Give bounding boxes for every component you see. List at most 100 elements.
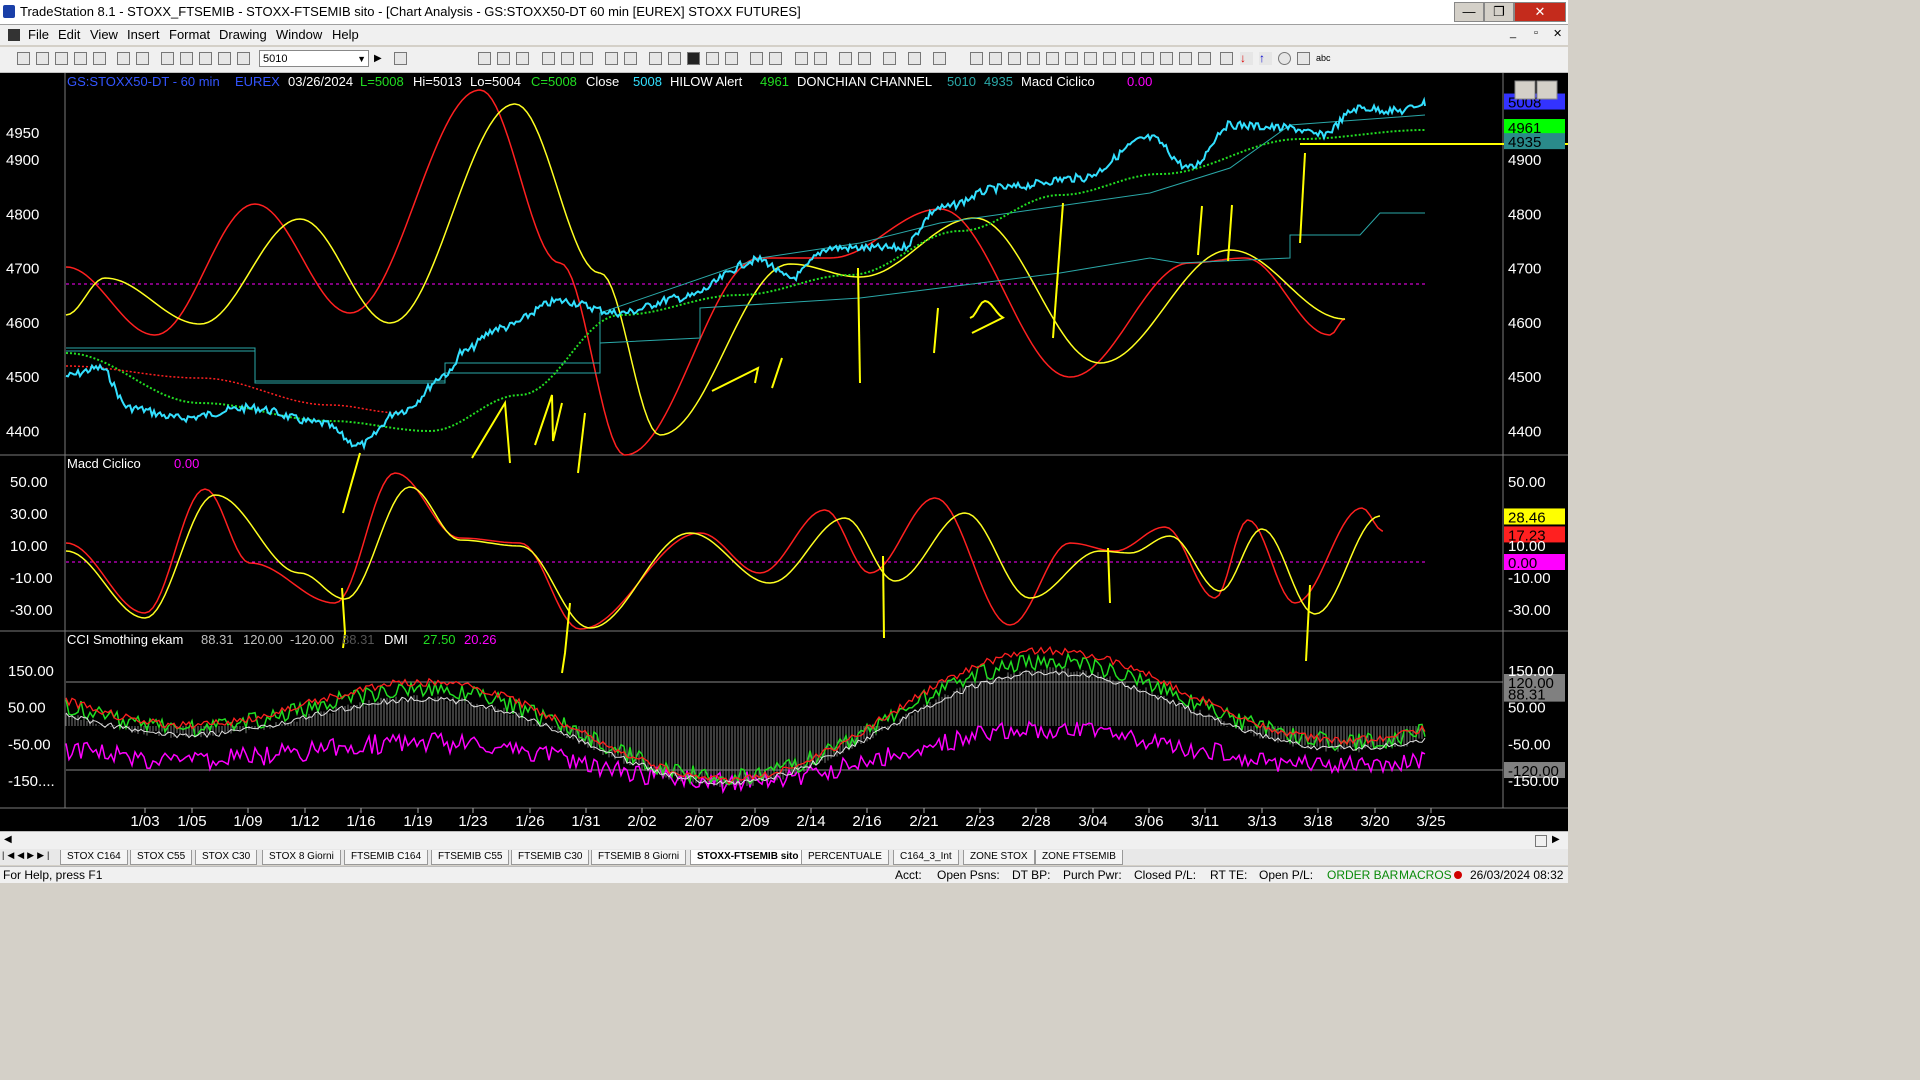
cursor-icon[interactable]: [858, 52, 871, 65]
chart-canvas[interactable]: 4950 4900 4800 4700 4600 4500 4400 4900 4800 4700…: [0, 73, 1568, 831]
vline-icon[interactable]: [989, 52, 1002, 65]
zoom-in-icon[interactable]: [795, 52, 808, 65]
status-order-bar[interactable]: ORDER BAR: [1327, 868, 1398, 882]
lock-icon[interactable]: [199, 52, 212, 65]
tab-zone-ftsemib[interactable]: ZONE FTSEMIB: [1035, 850, 1123, 865]
ray-icon[interactable]: [1065, 52, 1078, 65]
menu-window[interactable]: Window: [276, 27, 322, 42]
document-icon[interactable]: [8, 29, 20, 41]
menu-insert[interactable]: Insert: [127, 27, 160, 42]
speed-icon[interactable]: [1103, 52, 1116, 65]
toolbar: 5010 ▼ ▶ ↓ ↑ abc: [0, 47, 1568, 73]
macd-tag: 17.23: [1508, 527, 1546, 544]
menu-drawing[interactable]: Drawing: [219, 27, 267, 42]
tool9-icon[interactable]: [908, 52, 921, 65]
layout-icon[interactable]: [161, 52, 174, 65]
parallel-icon[interactable]: [1160, 52, 1173, 65]
macd-red-line: [65, 472, 1384, 630]
save-icon[interactable]: [55, 52, 68, 65]
subwindow-minimize[interactable]: [1514, 80, 1536, 100]
hand-drawn-annotation: [1197, 205, 1203, 256]
print-icon[interactable]: [117, 52, 130, 65]
maximize-button[interactable]: ❐: [1484, 2, 1514, 22]
tab-ftsemib-8-giorni[interactable]: FTSEMIB 8 Giorni: [591, 850, 687, 865]
scroll-left-arrow-icon[interactable]: ◀: [4, 834, 12, 845]
tool7-icon[interactable]: [668, 52, 681, 65]
channel-icon[interactable]: [1046, 52, 1059, 65]
bars-icon[interactable]: [725, 52, 738, 65]
zoom-out-icon[interactable]: [814, 52, 827, 65]
down-arrow-icon[interactable]: ↓: [1240, 52, 1253, 65]
mdi-restore-button[interactable]: ▫: [1534, 27, 1538, 39]
menu-help[interactable]: Help: [332, 27, 359, 42]
scroll-thumb[interactable]: [1535, 835, 1547, 847]
tab-ftsemib-c30[interactable]: FTSEMIB C30: [511, 850, 590, 865]
tab-stox-c30[interactable]: STOX C30: [195, 850, 258, 865]
mdi-close-button[interactable]: ✕: [1553, 27, 1562, 40]
x-axis-label: 3/06: [1134, 813, 1163, 830]
tab-percentuale[interactable]: PERCENTUALE: [801, 850, 889, 865]
scroll-left-icon[interactable]: [750, 52, 763, 65]
folder-icon[interactable]: [93, 52, 106, 65]
tool4-icon[interactable]: [605, 52, 618, 65]
scroll-right-arrow-icon[interactable]: ▶: [1552, 834, 1560, 845]
chart-icon[interactable]: [218, 52, 231, 65]
subwindow-restore[interactable]: [1536, 80, 1558, 100]
angle-icon[interactable]: [1122, 52, 1135, 65]
mdi-minimize-button[interactable]: _: [1510, 27, 1516, 39]
tab-nav-icon[interactable]: |◀◀▶▶|: [2, 850, 52, 861]
arrow-both-icon[interactable]: [1141, 52, 1154, 65]
menu-edit[interactable]: Edit: [58, 27, 80, 42]
tab-c164-3-int[interactable]: C164_3_Int: [893, 850, 959, 865]
fib-icon[interactable]: [1027, 52, 1040, 65]
trendline-icon[interactable]: [970, 52, 983, 65]
tool2-icon[interactable]: [561, 52, 574, 65]
zoom-symbol-icon[interactable]: [394, 52, 407, 65]
tab-stox-c164[interactable]: STOX C164: [60, 850, 128, 865]
curve-icon[interactable]: [1220, 52, 1233, 65]
tool6-icon[interactable]: [649, 52, 662, 65]
rectangle-icon[interactable]: [1297, 52, 1310, 65]
grid3-icon[interactable]: [516, 52, 529, 65]
menu-view[interactable]: View: [90, 27, 118, 42]
globe-icon[interactable]: [237, 52, 250, 65]
minimize-button[interactable]: —: [1454, 2, 1484, 22]
horizontal-scrollbar[interactable]: ◀ ▶: [0, 831, 1568, 850]
copy-icon[interactable]: [74, 52, 87, 65]
close-button[interactable]: ✕: [1514, 2, 1566, 22]
open-icon[interactable]: [36, 52, 49, 65]
tab-ftsemib-c55[interactable]: FTSEMIB C55: [431, 850, 510, 865]
hline-icon[interactable]: [1008, 52, 1021, 65]
new-icon[interactable]: [17, 52, 30, 65]
menu-file[interactable]: File: [28, 27, 49, 42]
arc-icon[interactable]: [1179, 52, 1192, 65]
arrow-right-icon[interactable]: ▶: [374, 52, 387, 65]
tab-stox-c55[interactable]: STOX C55: [130, 850, 193, 865]
tool1-icon[interactable]: [542, 52, 555, 65]
ellipse-icon[interactable]: [1278, 52, 1291, 65]
grid2-icon[interactable]: [497, 52, 510, 65]
tool5-icon[interactable]: [624, 52, 637, 65]
tool3-icon[interactable]: [580, 52, 593, 65]
tab-stoxx-ftsemib-sito[interactable]: STOXX-FTSEMIB sito: [690, 850, 806, 865]
layout2-icon[interactable]: [180, 52, 193, 65]
up-arrow-icon[interactable]: ↑: [1259, 52, 1272, 65]
symbol-combo[interactable]: 5010 ▼: [259, 50, 369, 67]
tool10-icon[interactable]: [933, 52, 946, 65]
status-macros[interactable]: MACROS: [1399, 868, 1452, 882]
pencil-icon[interactable]: [1198, 52, 1211, 65]
pointer-icon[interactable]: [839, 52, 852, 65]
tool8-icon[interactable]: [706, 52, 719, 65]
tab-zone-stox[interactable]: ZONE STOX: [963, 850, 1035, 865]
tab-stox-8-giorni[interactable]: STOX 8 Giorni: [262, 850, 341, 865]
gann-icon[interactable]: [1084, 52, 1097, 65]
tab-ftsemib-c164[interactable]: FTSEMIB C164: [344, 850, 429, 865]
grid1-icon[interactable]: [478, 52, 491, 65]
tools-icon[interactable]: [883, 52, 896, 65]
menu-format[interactable]: Format: [169, 27, 210, 42]
chart-black-icon[interactable]: [687, 52, 700, 65]
print-preview-icon[interactable]: [136, 52, 149, 65]
text-tool-icon[interactable]: abc: [1316, 52, 1331, 65]
scroll-right-icon[interactable]: [769, 52, 782, 65]
chart-area[interactable]: 4950 4900 4800 4700 4600 4500 4400 4900 4800 4700…: [0, 73, 1568, 831]
